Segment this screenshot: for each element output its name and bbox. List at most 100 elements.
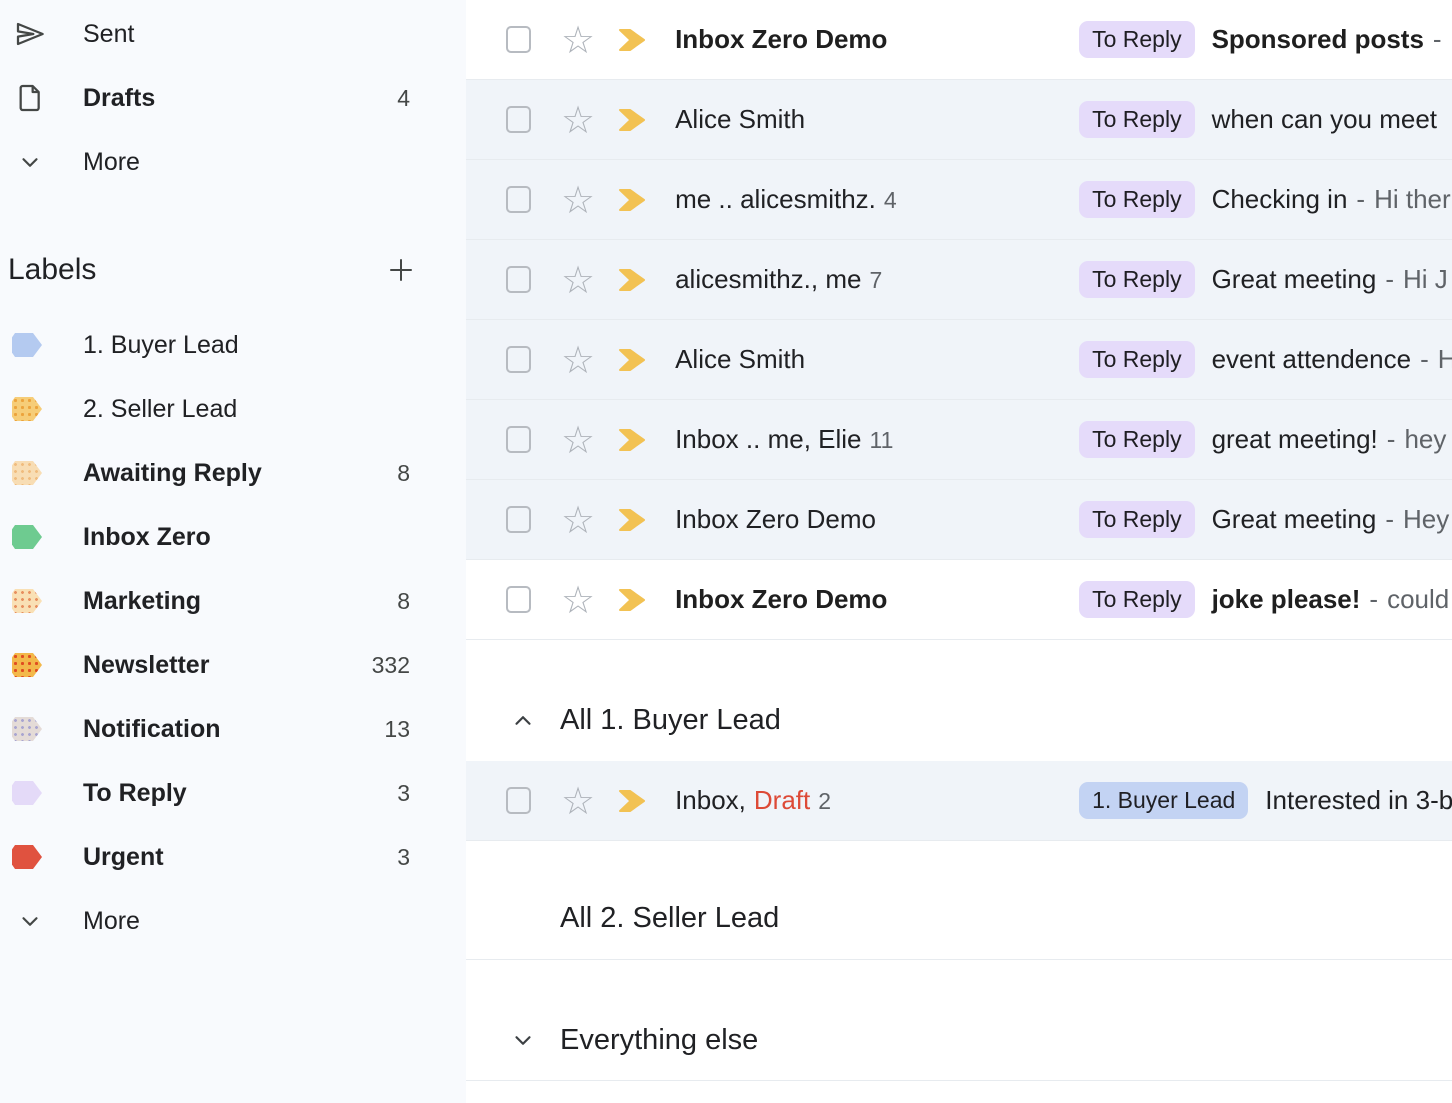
star-icon[interactable]: ☆ [561, 421, 595, 459]
email-row[interactable]: ☆ Inbox Zero Demo To Reply joke please! … [466, 560, 1452, 640]
chevron-down-icon [14, 905, 46, 937]
email-sender: Inbox Zero Demo [675, 24, 1079, 55]
gmail-app: Sent Drafts 4 More Labels [0, 0, 1452, 1103]
select-checkbox[interactable] [506, 26, 531, 53]
label-badge[interactable]: To Reply [1079, 21, 1194, 58]
label-badge[interactable]: 1. Buyer Lead [1079, 782, 1248, 819]
star-icon[interactable]: ☆ [561, 21, 595, 59]
separator: - [1385, 504, 1394, 535]
importance-marker-icon[interactable] [617, 346, 647, 374]
section-seller-lead: All 2. Seller Lead [466, 841, 1452, 960]
importance-marker-icon[interactable] [617, 186, 647, 214]
label-tag-icon [12, 461, 42, 485]
importance-marker-icon[interactable] [617, 106, 647, 134]
email-row[interactable]: ☆ Inbox Zero Demo To Reply Sponsored pos… [466, 0, 1452, 80]
sidebar-item-count: 4 [397, 85, 410, 112]
label-list: 1. Buyer Lead 2. Seller Lead Awaiting Re… [0, 313, 466, 889]
email-row[interactable]: ☆ Alice Smith To Reply event attendence … [466, 320, 1452, 400]
select-checkbox[interactable] [506, 186, 531, 213]
star-icon[interactable]: ☆ [561, 581, 595, 619]
label-count: 332 [372, 652, 410, 679]
email-row[interactable]: ☆ Inbox,Draft2 1. Buyer Lead Interested … [466, 761, 1452, 841]
email-subject: when can you meet [1212, 104, 1437, 135]
label-count: 3 [397, 844, 410, 871]
sidebar-item-sent[interactable]: Sent [0, 2, 466, 66]
star-icon[interactable]: ☆ [561, 341, 595, 379]
label-name: Awaiting Reply [83, 459, 397, 488]
sidebar-item-more[interactable]: More [0, 130, 466, 194]
label-badge[interactable]: To Reply [1079, 181, 1194, 218]
chevron-down-icon [14, 146, 46, 178]
label-badge[interactable]: To Reply [1079, 501, 1194, 538]
sidebar-label-inbox-zero[interactable]: Inbox Zero [0, 505, 466, 569]
importance-marker-icon[interactable] [617, 426, 647, 454]
star-icon[interactable]: ☆ [561, 501, 595, 539]
importance-marker-icon[interactable] [617, 266, 647, 294]
email-subject: joke please! [1212, 584, 1361, 615]
email-row[interactable]: ☆ alicesmithz., me7 To Reply Great meeti… [466, 240, 1452, 320]
label-name: Urgent [83, 843, 397, 872]
sidebar-label-newsletter[interactable]: Newsletter 332 [0, 633, 466, 697]
separator: - [1420, 344, 1429, 375]
email-row[interactable]: ☆ me .. alicesmithz.4 To Reply Checking … [466, 160, 1452, 240]
email-sender: Inbox Zero Demo [675, 504, 1079, 535]
section-title: All 2. Seller Lead [560, 902, 779, 935]
label-name: Marketing [83, 587, 397, 616]
select-checkbox[interactable] [506, 787, 531, 814]
label-tag-icon [12, 589, 42, 613]
sidebar-labels-more[interactable]: More [0, 889, 466, 953]
sidebar-label-seller-lead[interactable]: 2. Seller Lead [0, 377, 466, 441]
sidebar-label-awaiting-reply[interactable]: Awaiting Reply 8 [0, 441, 466, 505]
chevron-down-icon[interactable] [510, 1027, 536, 1053]
email-content: To Reply Checking in - Hi ther [1079, 181, 1452, 218]
sidebar-label-buyer-lead[interactable]: 1. Buyer Lead [0, 313, 466, 377]
label-badge[interactable]: To Reply [1079, 581, 1194, 618]
email-sender: Inbox .. me, Elie11 [675, 424, 1079, 455]
star-icon[interactable]: ☆ [561, 261, 595, 299]
label-badge[interactable]: To Reply [1079, 261, 1194, 298]
sidebar-item-label: More [83, 907, 410, 936]
select-checkbox[interactable] [506, 506, 531, 533]
select-checkbox[interactable] [506, 426, 531, 453]
importance-marker-icon[interactable] [617, 586, 647, 614]
label-badge[interactable]: To Reply [1079, 101, 1194, 138]
select-checkbox[interactable] [506, 106, 531, 133]
email-subject: event attendence [1212, 344, 1412, 375]
add-label-button[interactable] [386, 255, 416, 285]
email-row[interactable]: ☆ Inbox Zero Demo To Reply Great meeting… [466, 480, 1452, 560]
star-icon[interactable]: ☆ [561, 101, 595, 139]
label-count: 3 [397, 780, 410, 807]
email-subject: Checking in [1212, 184, 1348, 215]
draft-file-icon [14, 82, 46, 114]
sidebar-label-notification[interactable]: Notification 13 [0, 697, 466, 761]
email-sender: Inbox,Draft2 [675, 785, 1079, 816]
importance-marker-icon[interactable] [617, 787, 647, 815]
sidebar-label-to-reply[interactable]: To Reply 3 [0, 761, 466, 825]
chevron-up-icon[interactable] [510, 708, 536, 734]
select-checkbox[interactable] [506, 586, 531, 613]
email-content: To Reply Great meeting - Hey [1079, 501, 1452, 538]
section-buyer-lead: All 1. Buyer Lead [466, 640, 1452, 761]
email-content: To Reply when can you meet [1079, 101, 1452, 138]
email-row[interactable]: ☆ Inbox .. me, Elie11 To Reply great mee… [466, 400, 1452, 480]
select-checkbox[interactable] [506, 346, 531, 373]
label-badge[interactable]: To Reply [1079, 341, 1194, 378]
star-icon[interactable]: ☆ [561, 782, 595, 820]
draft-indicator: Draft [754, 785, 810, 815]
sidebar-label-marketing[interactable]: Marketing 8 [0, 569, 466, 633]
label-badge[interactable]: To Reply [1079, 421, 1194, 458]
star-icon[interactable]: ☆ [561, 181, 595, 219]
labels-header: Labels [0, 244, 466, 296]
sidebar-item-drafts[interactable]: Drafts 4 [0, 66, 466, 130]
sidebar-label-urgent[interactable]: Urgent 3 [0, 825, 466, 889]
email-row[interactable]: ☆ Alice Smith To Reply when can you meet [466, 80, 1452, 160]
email-content: To Reply joke please! - could [1079, 581, 1452, 618]
email-sender: me .. alicesmithz.4 [675, 184, 1079, 215]
email-content: To Reply great meeting! - hey [1079, 421, 1452, 458]
importance-marker-icon[interactable] [617, 506, 647, 534]
select-checkbox[interactable] [506, 266, 531, 293]
importance-marker-icon[interactable] [617, 26, 647, 54]
send-icon [14, 18, 46, 50]
email-snippet: H [1438, 344, 1452, 375]
email-sender: Alice Smith [675, 104, 1079, 135]
